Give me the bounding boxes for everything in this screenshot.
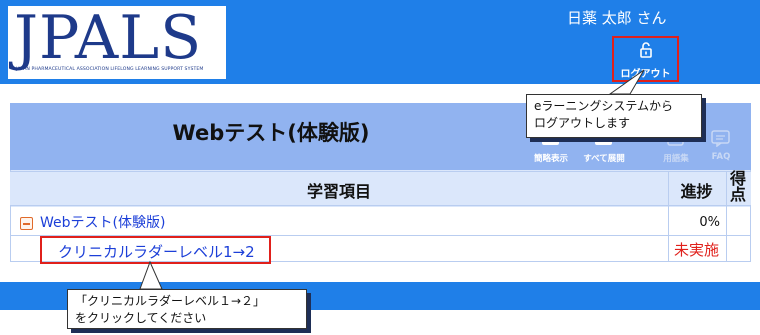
item-callout-line-1: 「クリニカルラダーレベル１→２」 xyxy=(75,294,266,308)
logout-callout-line-1: eラーニングシステムから xyxy=(534,99,674,113)
logout-callout-pointer xyxy=(608,69,645,95)
item-callout-line-2: をクリックしてください xyxy=(75,311,207,325)
item-callout: 「クリニカルラダーレベル１→２」 をクリックしてください xyxy=(67,289,307,329)
callout-pointers xyxy=(139,69,645,290)
logout-callout: eラーニングシステムから ログアウトします xyxy=(526,94,702,138)
logout-callout-line-2: ログアウトします xyxy=(534,116,631,130)
item-callout-pointer xyxy=(139,260,163,290)
